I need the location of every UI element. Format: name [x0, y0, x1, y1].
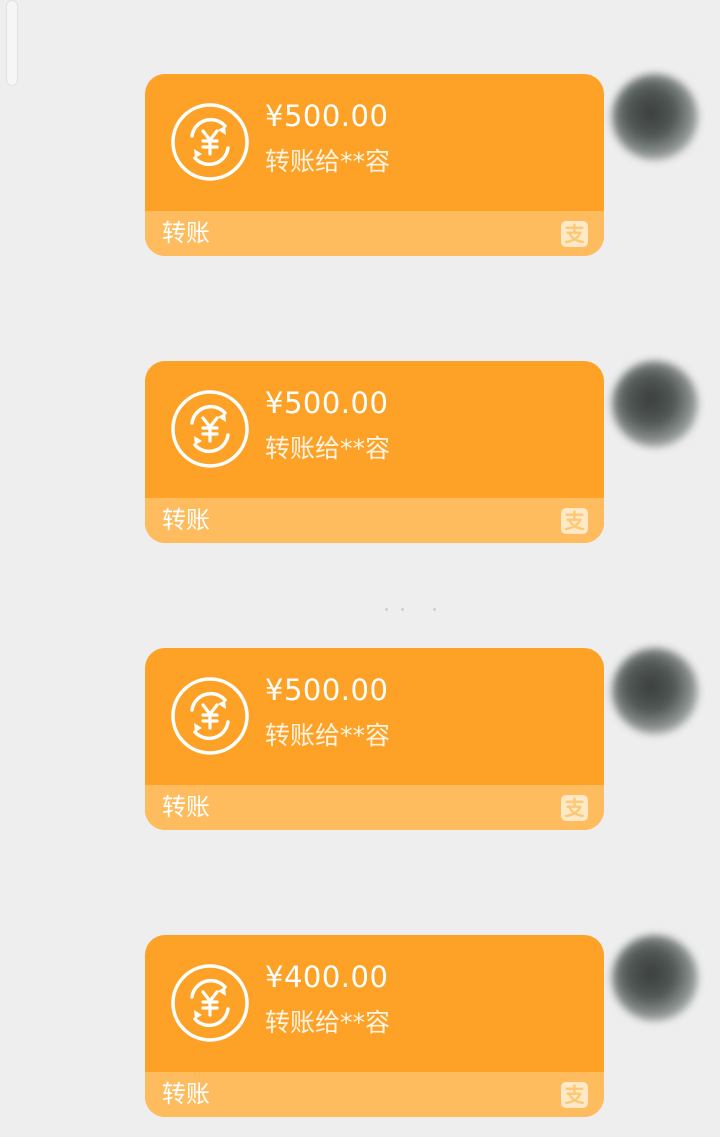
- transfer-footer-label: 转账: [162, 506, 210, 534]
- transfer-message: ¥500.00 转账给**容 转账 支: [0, 74, 720, 264]
- alipay-logo-icon: 支: [561, 795, 588, 821]
- transfer-recipient: 转账给**容: [265, 1008, 391, 1037]
- transfer-card-body: ¥500.00 转账给**容: [145, 361, 604, 498]
- yuan-transfer-icon: [171, 103, 249, 181]
- transfer-footer-label: 转账: [162, 1080, 210, 1108]
- transfer-card[interactable]: ¥500.00 转账给**容 转账 支: [145, 74, 604, 256]
- transfer-amount: ¥500.00: [265, 386, 389, 420]
- transfer-amount: ¥500.00: [265, 673, 389, 707]
- transfer-card[interactable]: ¥500.00 转账给**容 转账 支: [145, 648, 604, 830]
- transfer-amount: ¥500.00: [265, 99, 389, 133]
- transfer-recipient: 转账给**容: [265, 147, 391, 176]
- transfer-message: ¥400.00 转账给**容 转账 支: [0, 935, 720, 1125]
- transfer-footer-label: 转账: [162, 219, 210, 247]
- avatar[interactable]: [612, 361, 698, 447]
- transfer-message: ¥500.00 转账给**容 转账 支: [0, 648, 720, 838]
- alipay-logo-icon: 支: [561, 221, 588, 247]
- transfer-card-body: ¥400.00 转账给**容: [145, 935, 604, 1072]
- avatar[interactable]: [612, 648, 698, 734]
- avatar[interactable]: [612, 935, 698, 1021]
- transfer-card-body: ¥500.00 转账给**容: [145, 74, 604, 211]
- chat-screen: ¥500.00 转账给**容 转账 支 ¥500.00 转账给**容 转账 支 …: [0, 0, 720, 1137]
- transfer-card-body: ¥500.00 转账给**容: [145, 648, 604, 785]
- transfer-card-footer: 转账 支: [145, 211, 604, 256]
- avatar[interactable]: [612, 74, 698, 160]
- transfer-card-footer: 转账 支: [145, 785, 604, 830]
- transfer-card[interactable]: ¥500.00 转账给**容 转账 支: [145, 361, 604, 543]
- yuan-transfer-icon: [171, 964, 249, 1042]
- transfer-amount: ¥400.00: [265, 960, 389, 994]
- transfer-footer-label: 转账: [162, 793, 210, 821]
- alipay-logo-icon: 支: [561, 508, 588, 534]
- transfer-message: ¥500.00 转账给**容 转账 支: [0, 361, 720, 551]
- transfer-card-footer: 转账 支: [145, 498, 604, 543]
- divider-dots: [385, 606, 445, 612]
- yuan-transfer-icon: [171, 390, 249, 468]
- alipay-logo-icon: 支: [561, 1082, 588, 1108]
- yuan-transfer-icon: [171, 677, 249, 755]
- transfer-card[interactable]: ¥400.00 转账给**容 转账 支: [145, 935, 604, 1117]
- transfer-card-footer: 转账 支: [145, 1072, 604, 1117]
- transfer-recipient: 转账给**容: [265, 434, 391, 463]
- transfer-recipient: 转账给**容: [265, 721, 391, 750]
